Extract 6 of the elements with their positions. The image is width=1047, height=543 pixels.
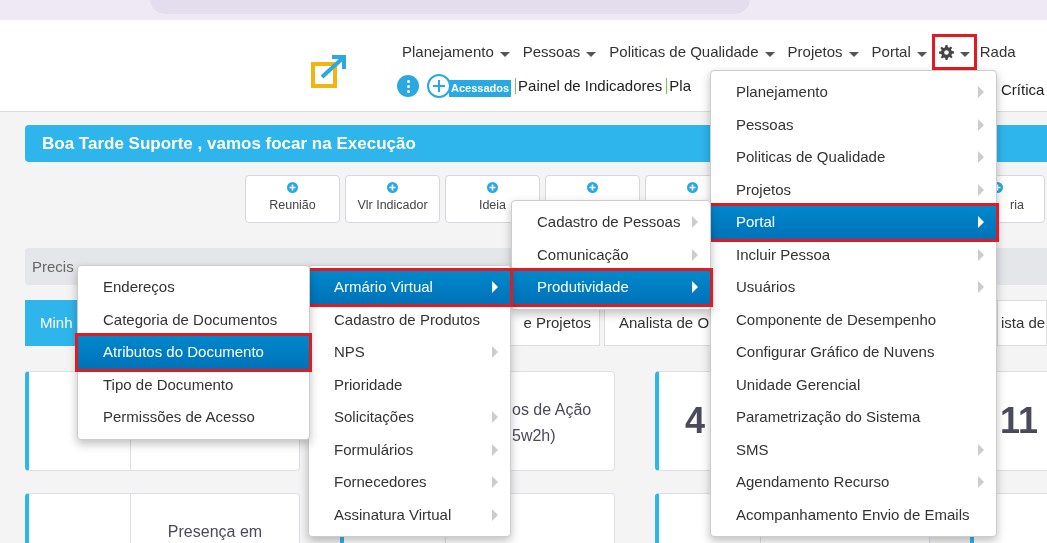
accessed-badge: Acessados bbox=[449, 79, 512, 97]
stat-label: 5w2h) bbox=[512, 426, 556, 446]
stat-label: os de Ação bbox=[512, 400, 592, 420]
stat-number: 11 bbox=[1000, 399, 1039, 443]
stat-label: Presença em bbox=[167, 522, 263, 542]
stat-number: 4 bbox=[685, 399, 706, 443]
